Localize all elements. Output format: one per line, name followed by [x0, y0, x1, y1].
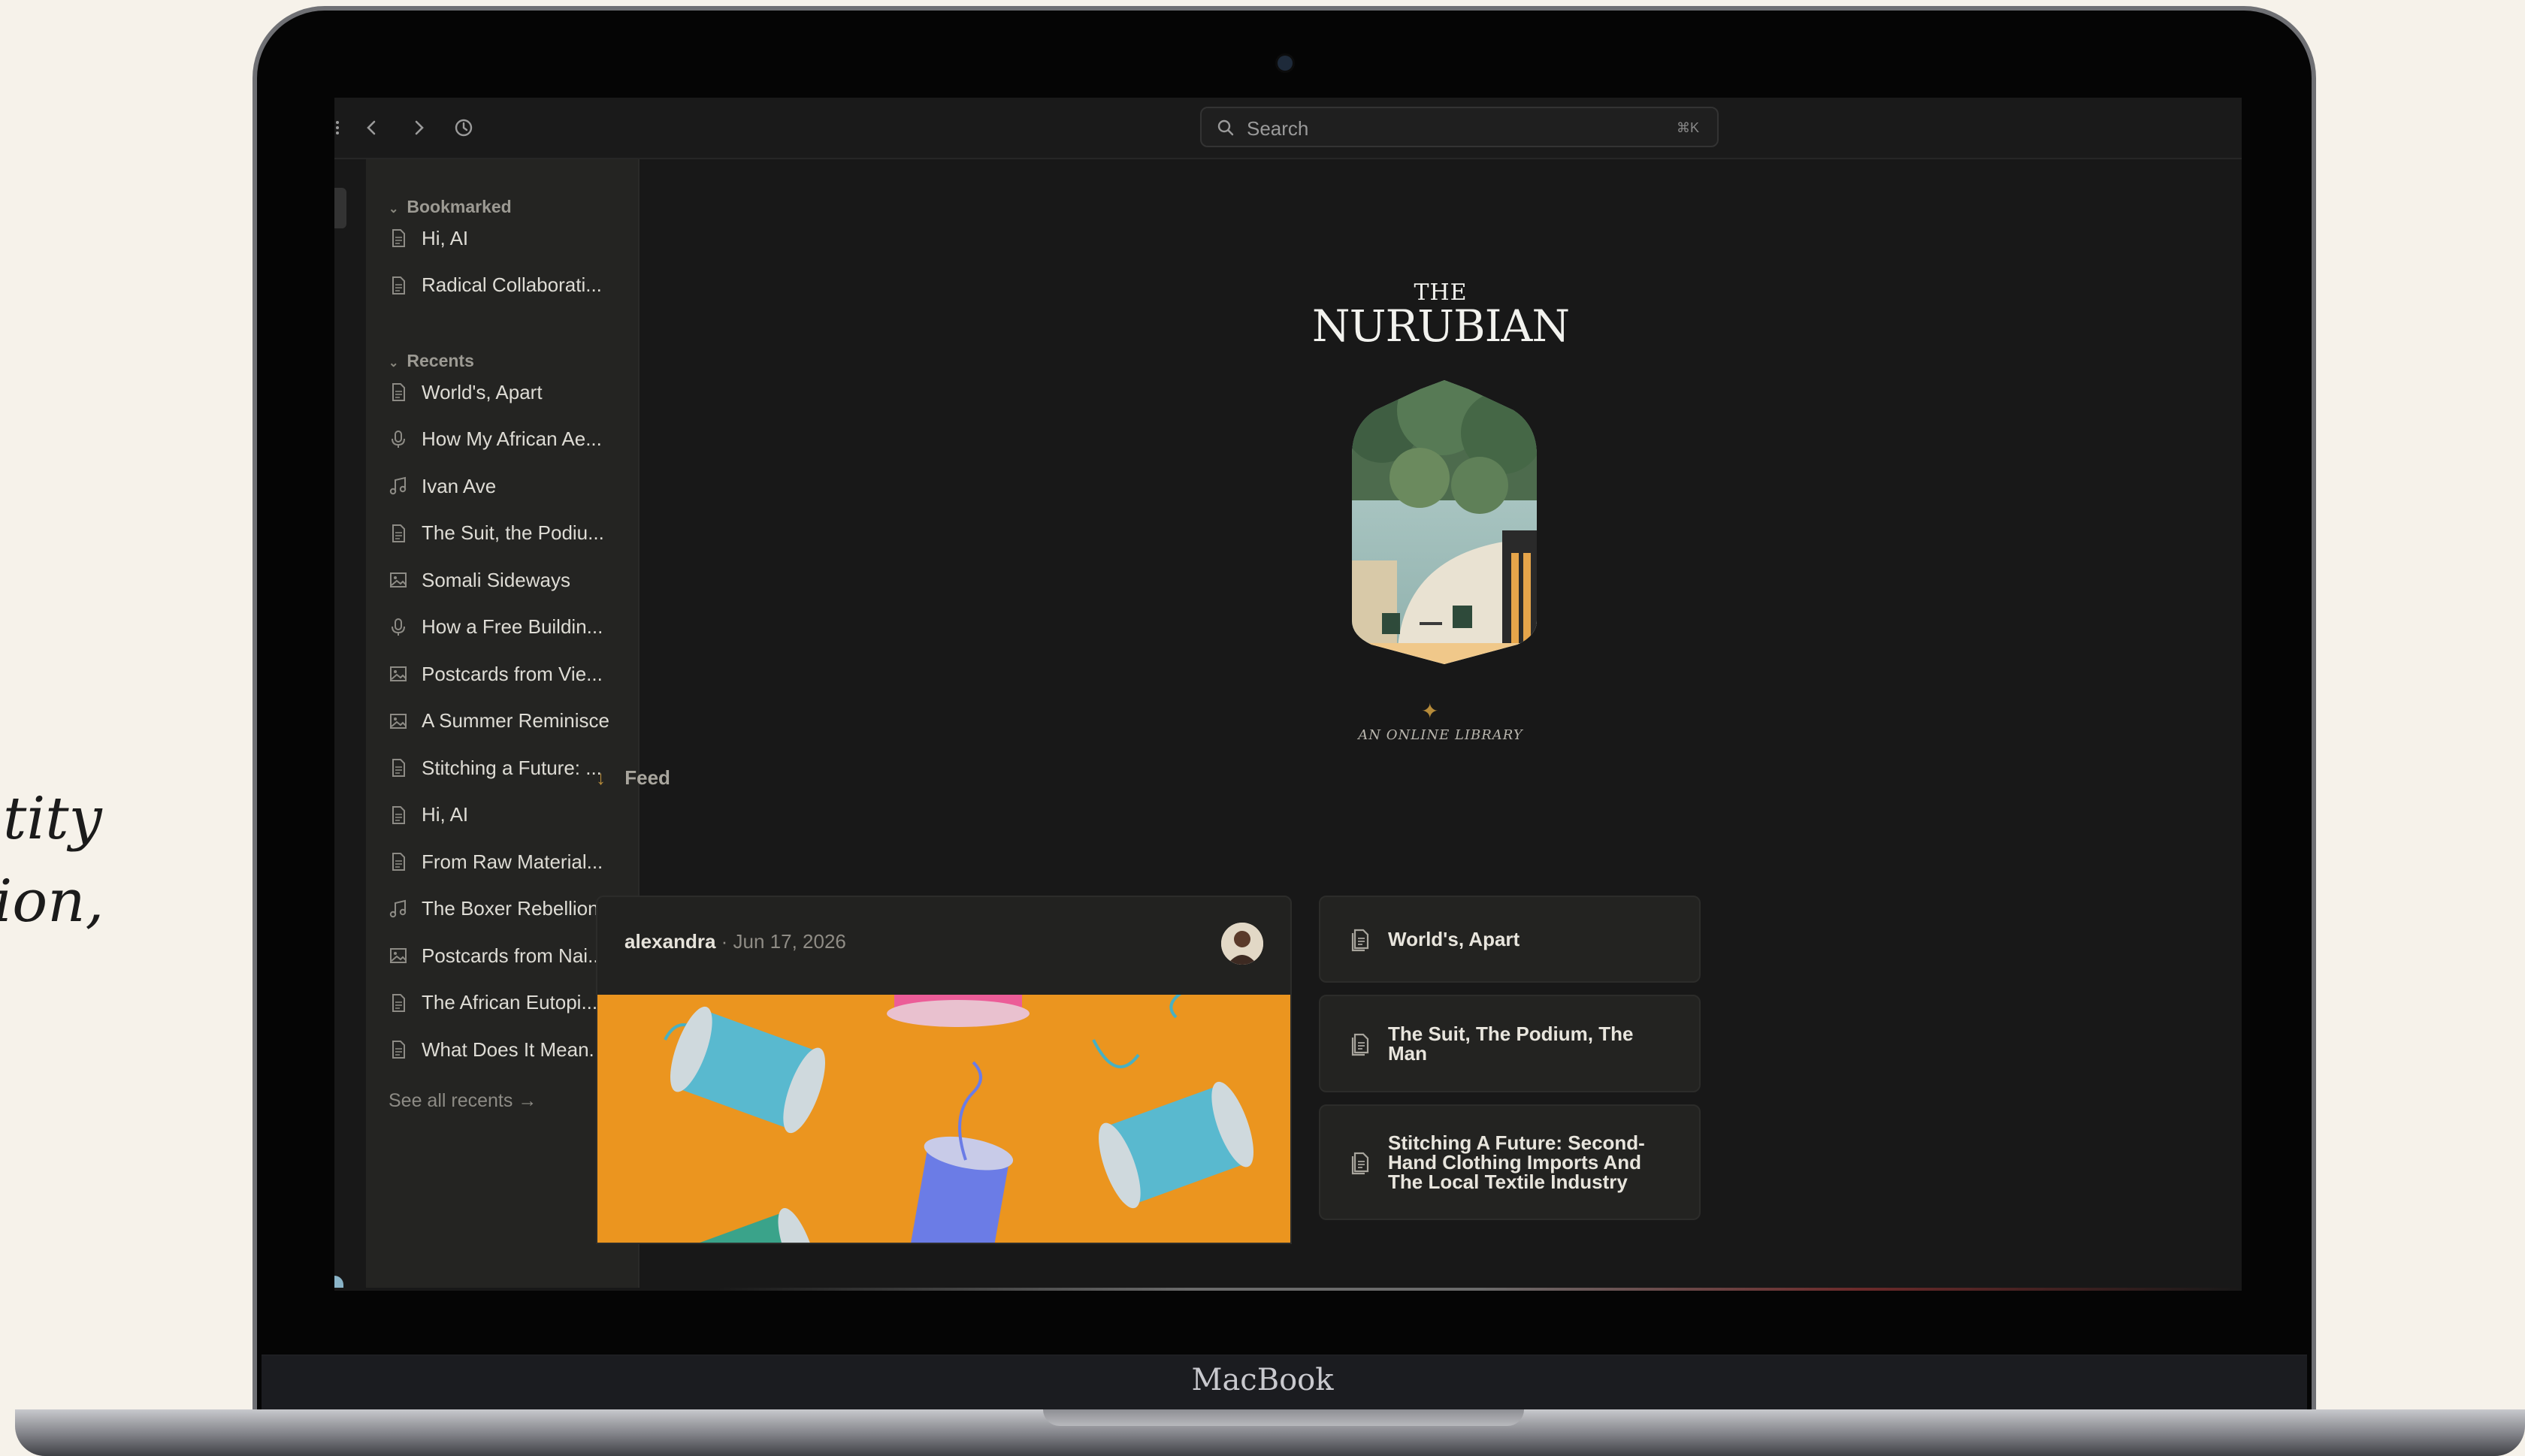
laptop-notch: [1043, 1409, 1524, 1426]
sidebar-item-label: From Raw Material...: [422, 850, 603, 873]
back-icon[interactable]: [357, 113, 387, 143]
document-icon: [387, 381, 410, 403]
post-date: Jun 17, 2026: [733, 930, 846, 953]
search-input[interactable]: Search ⌘K: [1200, 107, 1719, 147]
sidebar-item[interactable]: From Raw Material...: [387, 843, 627, 881]
sidebar-item[interactable]: The African Eutopi...: [387, 984, 627, 1022]
sidebar-item-label: The Suit, the Podiu...: [422, 521, 604, 544]
app-screen: Search ⌘K ⌄ Bookmarked Hi, AI Radical Col…: [334, 98, 2242, 1291]
rail-tab[interactable]: [334, 188, 346, 228]
music-note-icon: [387, 475, 410, 497]
sidebar-item[interactable]: Ivan Ave: [387, 467, 627, 505]
recents-title: Recents: [407, 351, 474, 370]
image-icon: [387, 663, 410, 685]
sidebar-item-label: Hi, AI: [422, 803, 469, 826]
sidebar-item[interactable]: What Does It Mean...: [387, 1031, 627, 1068]
document-icon: [387, 850, 410, 873]
post-author[interactable]: alexandra: [624, 930, 715, 953]
document-icon: [387, 1038, 410, 1061]
sidebar-item-label: How My African Ae...: [422, 427, 602, 450]
sidebar-item-label: The Boxer Rebellion: [422, 897, 599, 920]
top-bar: Search ⌘K: [334, 98, 2242, 159]
tagline: AN ONLINE LIBRARY: [1358, 727, 1523, 743]
sidebar-item[interactable]: Postcards from Nai...: [387, 937, 627, 974]
sidebar-item-label: Postcards from Vie...: [422, 662, 603, 685]
sidebar-item[interactable]: The Boxer Rebellion: [387, 890, 627, 928]
sidebar-item-label: Postcards from Nai...: [422, 944, 604, 967]
search-shortcut: ⌘K: [1676, 120, 1699, 135]
meta-separator: ·: [715, 930, 733, 953]
sidebar-item[interactable]: How My African Ae...: [387, 421, 627, 458]
microphone-icon: [387, 616, 410, 639]
sidebar-item-label: Hi, AI: [422, 226, 469, 249]
background-text-line: tion,: [0, 868, 104, 935]
sidebar-item-label: Ivan Ave: [422, 474, 497, 497]
document-stack-icon: [1347, 1149, 1373, 1175]
background-text-line: tity: [3, 785, 102, 853]
document-stack-icon: [1347, 926, 1373, 952]
feed-post-card[interactable]: alexandra · Jun 17, 2026: [596, 896, 1292, 1244]
side-card-title: The Suit, The Podium, The Man: [1388, 1023, 1634, 1065]
document-icon: [387, 227, 410, 249]
sidebar-item[interactable]: Hi, AI: [387, 219, 627, 257]
recents-header[interactable]: ⌄ Recents: [389, 351, 474, 371]
microphone-icon: [387, 428, 410, 451]
avatar[interactable]: [1221, 923, 1263, 965]
chevron-down-icon: ⌄: [389, 203, 399, 216]
document-icon: [387, 522, 410, 545]
side-card-title: Stitching A Future: Second-Hand Clothing…: [1388, 1131, 1645, 1193]
feed-side-card[interactable]: World's, Apart: [1319, 896, 1701, 983]
image-icon: [387, 944, 410, 967]
image-icon: [387, 569, 410, 591]
sidebar-item-label: What Does It Mean...: [422, 1038, 606, 1061]
feed-label: Feed: [624, 766, 670, 789]
search-icon: [1217, 119, 1235, 137]
document-icon: [387, 804, 410, 826]
chevron-down-icon: ⌄: [389, 357, 399, 370]
menu-dots-icon[interactable]: [334, 113, 352, 143]
forward-icon[interactable]: [404, 113, 434, 143]
see-all-recents-link[interactable]: See all recents →: [389, 1090, 537, 1112]
sidebar-item[interactable]: Somali Sideways: [387, 561, 627, 599]
feed-side-card[interactable]: Stitching A Future: Second-Hand Clothing…: [1319, 1104, 1701, 1220]
feed-side-card[interactable]: The Suit, The Podium, The Man: [1319, 995, 1701, 1092]
sidebar-item[interactable]: World's, Apart: [387, 373, 627, 411]
music-note-icon: [387, 898, 410, 920]
background-text: tity tion,: [0, 778, 135, 943]
document-icon: [387, 992, 410, 1014]
post-image[interactable]: [597, 995, 1290, 1243]
search-placeholder: Search: [1247, 117, 1309, 140]
sidebar-item[interactable]: How a Free Buildin...: [387, 609, 627, 646]
bookmarked-header[interactable]: ⌄ Bookmarked: [389, 197, 512, 217]
sidebar-item-label: World's, Apart: [422, 380, 543, 403]
sidebar-item-label: How a Free Buildin...: [422, 615, 603, 638]
sidebar-item[interactable]: Stitching a Future: ...: [387, 749, 627, 787]
side-card-title: World's, Apart: [1388, 928, 1520, 950]
sidebar-item[interactable]: Postcards from Vie...: [387, 655, 627, 693]
document-icon: [387, 757, 410, 779]
sidebar-item-label: Somali Sideways: [422, 568, 570, 591]
logo-wordmark: NURUBIAN: [1311, 301, 1570, 352]
post-meta: alexandra · Jun 17, 2026: [624, 930, 846, 953]
screen-bottom-edge: [334, 1288, 2242, 1291]
arrow-down-icon: ↓: [596, 766, 606, 789]
hero-illustration: [1352, 380, 1537, 664]
document-stack-icon: [1347, 1031, 1373, 1056]
sidebar-item-label: Stitching a Future: ...: [422, 756, 602, 779]
bookmarked-title: Bookmarked: [407, 197, 512, 216]
main-content: THE NURUBIAN ✦ AN ONLINE LIBRARY ↓ Feed …: [596, 159, 2242, 1291]
sidebar-item[interactable]: The Suit, the Podiu...: [387, 515, 627, 552]
device-brand: MacBook: [1191, 1363, 1334, 1397]
feed-header[interactable]: ↓ Feed: [596, 766, 670, 790]
history-icon[interactable]: [449, 113, 479, 143]
sparkle-icon: ✦: [1421, 699, 1439, 723]
sidebar-item-label: The African Eutopi...: [422, 991, 598, 1013]
sidebar-item[interactable]: Hi, AI: [387, 796, 627, 834]
camera: [1278, 56, 1293, 71]
